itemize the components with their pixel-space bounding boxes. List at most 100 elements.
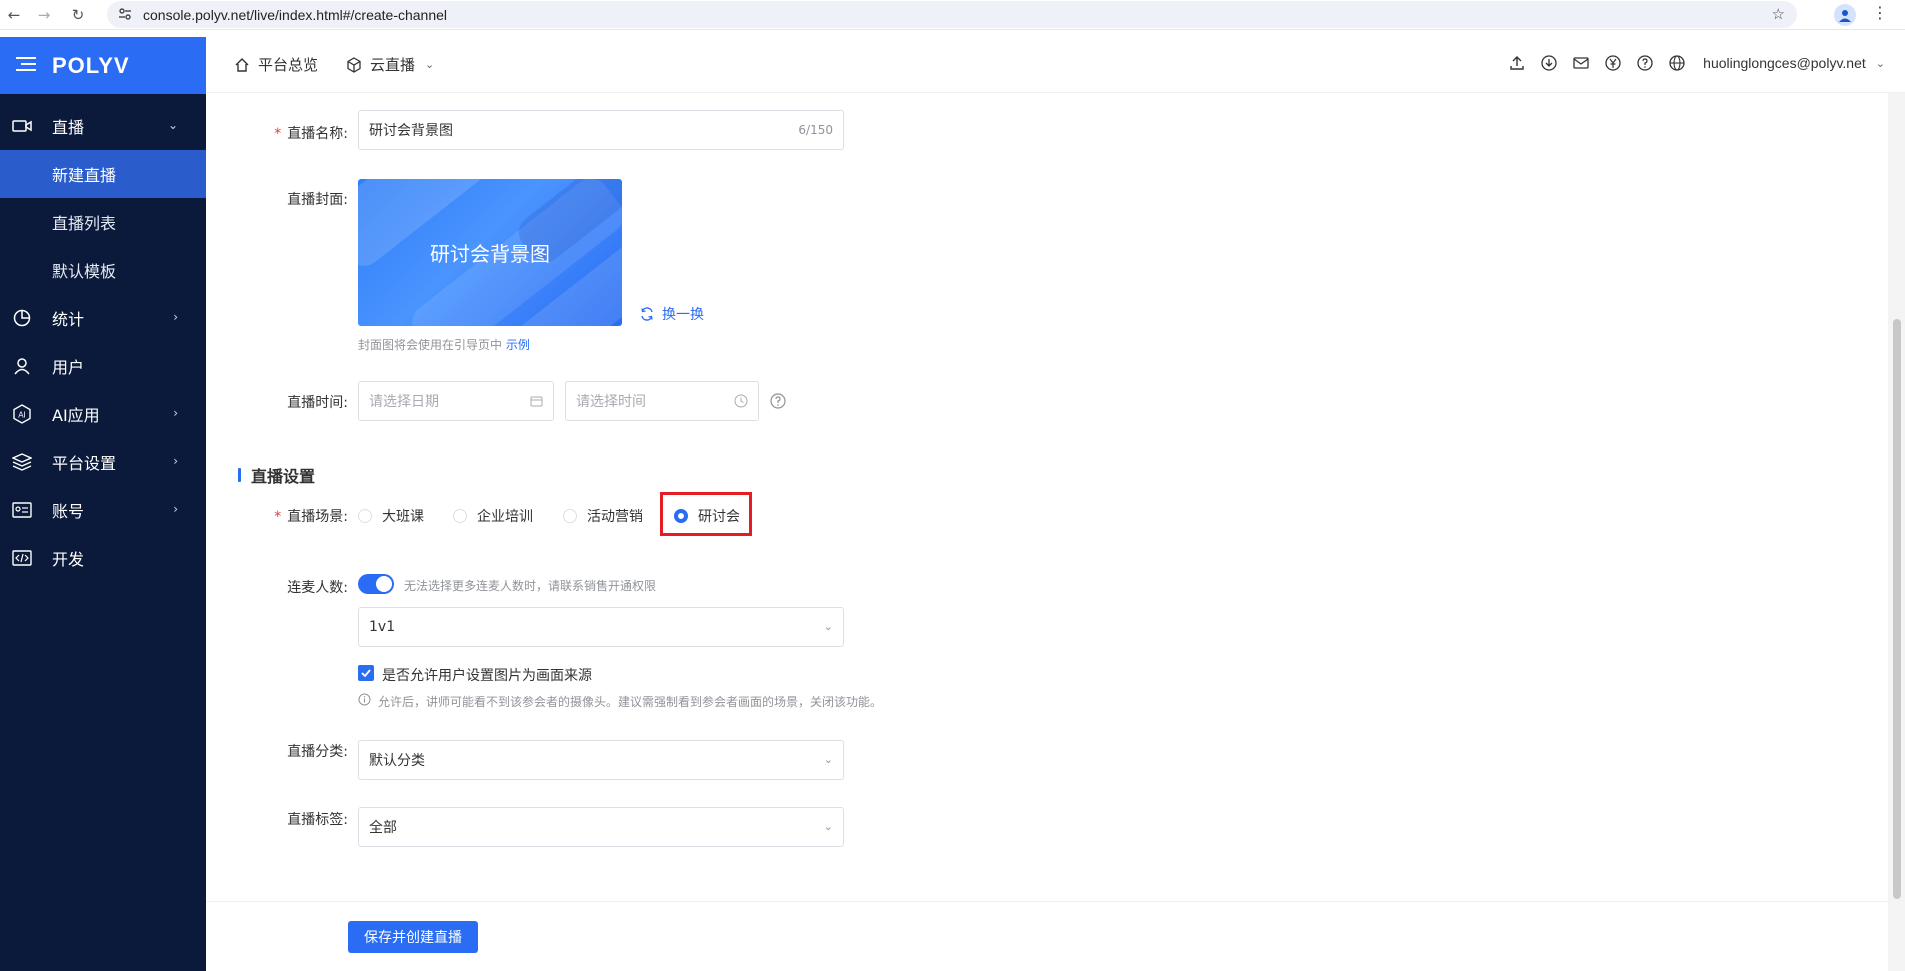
chevron-right-icon: › xyxy=(173,502,178,516)
chevron-right-icon: › xyxy=(173,406,178,420)
account-email[interactable]: huolinglongces@polyv.net xyxy=(1703,55,1866,71)
code-icon xyxy=(12,548,32,568)
download-icon[interactable] xyxy=(1541,55,1557,71)
calendar-icon xyxy=(530,395,543,411)
ai-icon: AI xyxy=(12,404,32,424)
scrollbar-thumb[interactable] xyxy=(1893,319,1901,899)
sidebar-item-users[interactable]: 用户 xyxy=(0,342,206,390)
chevron-right-icon: › xyxy=(173,454,178,468)
page-scrollbar[interactable] xyxy=(1888,93,1905,971)
allow-image-hint: 允许后，讲师可能看不到该参会者的摄像头。建议需强制看到参会者画面的场景，关闭该功… xyxy=(378,695,883,709)
user-icon xyxy=(12,356,32,376)
chevron-down-icon[interactable]: ⌄ xyxy=(1876,57,1885,70)
sidebar-item-platform-settings[interactable]: 平台设置 › xyxy=(0,438,206,486)
mail-icon[interactable] xyxy=(1573,55,1589,71)
scene-radio-seminar[interactable]: 研讨会 xyxy=(674,506,740,526)
sidebar-item-label: AI应用 xyxy=(52,406,100,425)
footer-divider xyxy=(206,901,1905,902)
video-icon xyxy=(12,116,32,136)
mic-toggle[interactable] xyxy=(358,574,394,594)
bookmark-star-icon[interactable]: ☆ xyxy=(1772,5,1785,23)
category-value: 默认分类 xyxy=(369,753,425,769)
refresh-icon xyxy=(641,307,653,321)
time-help-icon[interactable] xyxy=(770,393,786,413)
tag-select[interactable]: 全部 ⌄ xyxy=(358,807,844,847)
scene-radio-enterprise-training[interactable]: 企业培训 xyxy=(453,506,533,526)
nav-platform-overview[interactable]: 平台总览 xyxy=(234,54,318,75)
sidebar-item-stats[interactable]: 统计 › xyxy=(0,294,206,342)
polyv-logo: POLYV xyxy=(52,52,130,78)
upload-icon[interactable] xyxy=(1509,55,1525,71)
sidebar-item-label: 用户 xyxy=(52,358,85,377)
tag-label: 直播标签: xyxy=(287,812,348,828)
sidebar-item-label: 开发 xyxy=(52,550,85,569)
sidebar-item-live[interactable]: 直播 ⌄ xyxy=(0,102,206,150)
address-bar[interactable]: console.polyv.net/live/index.html#/creat… xyxy=(107,1,1797,28)
pie-chart-icon xyxy=(12,308,32,328)
cover-example-link[interactable]: 示例 xyxy=(506,338,530,352)
sidebar-item-account[interactable]: 账号 › xyxy=(0,486,206,534)
browser-toolbar: ← → ↻ console.polyv.net/live/index.html#… xyxy=(0,0,1905,30)
scene-radio-large-class[interactable]: 大班课 xyxy=(358,506,424,526)
chevron-right-icon: › xyxy=(173,310,178,324)
scene-label: * 直播场景: xyxy=(274,509,348,525)
live-name-input[interactable]: 研讨会背景图 6/150 xyxy=(358,110,844,150)
time-placeholder: 请选择时间 xyxy=(576,394,646,410)
chevron-down-icon: ⌄ xyxy=(823,620,833,633)
back-icon[interactable]: ← xyxy=(4,5,24,25)
sidebar-item-label: 账号 xyxy=(52,502,85,521)
date-picker[interactable]: 请选择日期 xyxy=(358,381,554,421)
chevron-down-icon: ⌄ xyxy=(425,58,435,71)
mic-count-select[interactable]: 1v1 ⌄ xyxy=(358,607,844,647)
live-settings-section-title: 直播设置 xyxy=(238,463,315,487)
nav-overview-label: 平台总览 xyxy=(258,56,319,74)
svg-text:AI: AI xyxy=(18,411,26,420)
top-navbar: 平台总览 云直播 ⌄ huolinglongces@polyv.net ⌄ xyxy=(206,37,1905,93)
live-name-label: * 直播名称: xyxy=(274,126,348,142)
sidebar: POLYV 直播 ⌄ 新建直播 直播列表 默认模板 统计 › 用户 AI AI应… xyxy=(0,37,206,971)
category-select[interactable]: 默认分类 ⌄ xyxy=(358,740,844,780)
menu-toggle-icon[interactable] xyxy=(16,56,36,76)
cover-label: 直播封面: xyxy=(287,192,348,208)
swap-label: 换一换 xyxy=(662,307,704,323)
browser-menu-icon[interactable]: ⋮ xyxy=(1872,3,1888,22)
sidebar-item-ai[interactable]: AI AI应用 › xyxy=(0,390,206,438)
sidebar-item-dev[interactable]: 开发 xyxy=(0,534,206,582)
forward-icon[interactable]: → xyxy=(34,5,54,25)
url-text: console.polyv.net/live/index.html#/creat… xyxy=(143,6,448,23)
globe-icon[interactable] xyxy=(1669,55,1685,71)
cover-title: 研讨会背景图 xyxy=(430,242,550,266)
sidebar-subitem-live-list[interactable]: 直播列表 xyxy=(0,198,206,246)
live-name-value: 研讨会背景图 xyxy=(369,123,453,139)
time-picker[interactable]: 请选择时间 xyxy=(565,381,759,421)
mic-count-value: 1v1 xyxy=(369,619,396,635)
sidebar-subitem-default-template[interactable]: 默认模板 xyxy=(0,246,206,294)
sidebar-item-label: 统计 xyxy=(52,310,85,329)
save-and-create-button[interactable]: 保存并创建直播 xyxy=(348,921,478,953)
nav-cloud-live[interactable]: 云直播 ⌄ xyxy=(346,54,434,75)
swap-cover-button[interactable]: 换一换 xyxy=(640,304,704,324)
mic-hint: 无法选择更多连麦人数时，请联系销售开通权限 xyxy=(404,579,657,593)
sidebar-subitem-new-live[interactable]: 新建直播 xyxy=(0,150,206,198)
profile-avatar-icon[interactable] xyxy=(1834,4,1856,26)
chevron-down-icon: ⌄ xyxy=(823,753,833,766)
allow-image-checkbox[interactable] xyxy=(358,665,374,681)
site-settings-icon[interactable] xyxy=(117,6,133,26)
clock-icon xyxy=(734,394,748,412)
mic-count-label: 连麦人数: xyxy=(287,580,348,596)
sidebar-item-label: 直播 xyxy=(52,118,85,137)
reload-icon[interactable]: ↻ xyxy=(68,5,88,25)
yen-icon[interactable] xyxy=(1605,55,1621,71)
layers-icon xyxy=(12,452,32,472)
home-icon xyxy=(235,57,249,72)
chevron-down-icon: ⌄ xyxy=(167,118,178,132)
nav-cloud-live-label: 云直播 xyxy=(370,56,416,74)
tag-value: 全部 xyxy=(369,820,397,836)
chevron-down-icon: ⌄ xyxy=(823,820,833,833)
help-icon[interactable] xyxy=(1637,55,1653,71)
time-label: 直播时间: xyxy=(287,395,348,411)
scene-radio-marketing[interactable]: 活动营销 xyxy=(563,506,643,526)
cover-image[interactable]: 研讨会背景图 xyxy=(358,179,622,326)
category-label: 直播分类: xyxy=(287,744,348,760)
cover-hint: 封面图将会使用在引导页中 示例 xyxy=(358,338,530,352)
